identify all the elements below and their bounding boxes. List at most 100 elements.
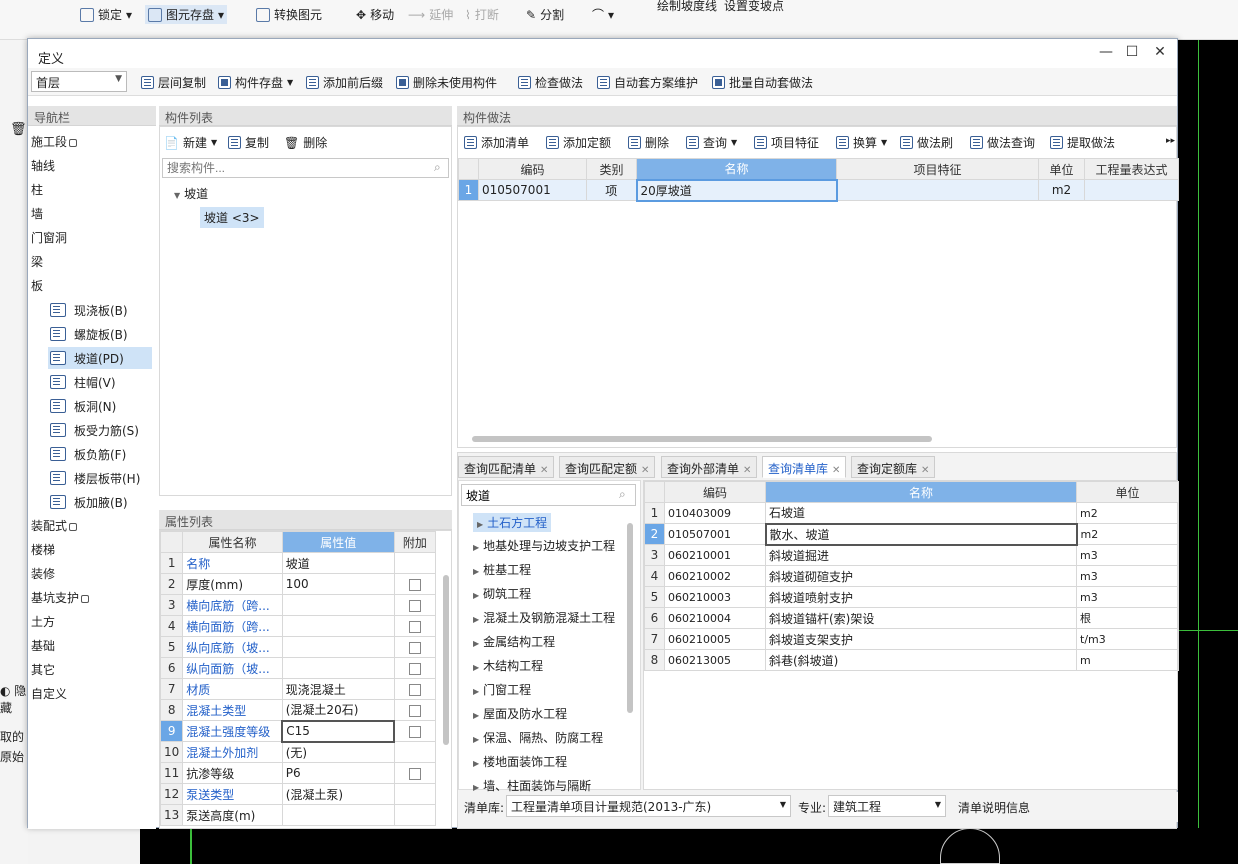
nav-item[interactable]: 装配式 [31,517,78,534]
method-row[interactable]: 1 010507001 项 20厚坡道 m2 [458,178,1179,202]
component-search-input[interactable] [162,158,449,178]
minimize-button[interactable]: — [1096,44,1116,62]
drawing-canvas[interactable] [1178,40,1238,864]
nav-sub-item[interactable]: 柱帽(V) [48,371,152,393]
break-button[interactable]: ⌇ 打断 [465,6,499,23]
copy-between-floors-button[interactable]: 层间复制 [141,74,206,91]
property-row[interactable]: 10 混凝土外加剂 (无) [160,741,437,763]
nav-item[interactable]: 装修 [31,565,55,582]
property-row[interactable]: 1 名称 坡道 [160,552,437,574]
property-row[interactable]: 12 泵送类型 (混凝土泵) [160,783,437,805]
major-select[interactable]: 建筑工程 ▼ [828,795,946,817]
nav-item[interactable]: 板 [31,277,43,294]
nav-sub-item[interactable]: 板加腋(B) [48,491,152,513]
list-info-link[interactable]: 清单说明信息 [958,799,1030,816]
query-tree-item[interactable]: ▶ 桩基工程 [473,561,531,578]
query-tree-scrollbar[interactable] [627,523,633,713]
property-row[interactable]: 3 横向底筋（跨... [160,594,437,616]
new-button[interactable]: 📄 新建 ▼ [164,134,217,151]
nav-item[interactable]: 轴线 [31,157,55,174]
nav-item[interactable]: 梁 [31,253,43,270]
property-row[interactable]: 8 混凝土类型 (混凝土20石) [160,699,437,721]
move-button[interactable]: ✥ 移动 [356,6,394,23]
method-tool-button[interactable]: 删除 [628,134,669,151]
property-row[interactable]: 5 纵向底筋（坡... [160,636,437,658]
property-row[interactable]: 2 厚度(mm) 100 [160,573,437,595]
nav-sub-item[interactable]: 现浇板(B) [48,299,152,321]
nav-sub-item[interactable]: 板受力筋(S) [48,419,152,441]
convert-element-button[interactable]: 转换图元 [256,6,322,23]
close-icon[interactable]: ✕ [921,465,929,476]
query-row[interactable]: 7 060210005 斜坡道支架支护 t/m3 [644,628,1179,650]
query-tab[interactable]: 查询匹配清单 ✕ [458,456,555,478]
delete-unused-button[interactable]: 删除未使用构件 [396,74,497,91]
drawing-canvas-bottom[interactable] [140,828,1238,864]
nav-item[interactable]: 柱 [31,181,43,198]
query-tree-item[interactable]: ▶ 门窗工程 [473,681,531,698]
close-icon[interactable]: ✕ [832,465,840,476]
arc-button[interactable]: ⌒ ▾ [592,6,614,23]
method-tool-button[interactable]: 做法刷 [900,134,953,151]
lock-button[interactable]: 锁定 ▾ [80,6,132,23]
more-icon[interactable]: ▸▸ [1166,136,1175,146]
auto-maintain-button[interactable]: 自动套方案维护 [597,74,698,91]
tree-item-ramp[interactable]: 坡道 <3> [200,207,264,228]
query-row[interactable]: 4 060210002 斜坡道砌碹支护 m3 [644,565,1179,587]
property-row[interactable]: 11 抗渗等级 P6 [160,762,437,784]
query-row[interactable]: 3 060210001 斜坡道掘进 m3 [644,544,1179,566]
component-save-button[interactable]: 构件存盘 ▼ [218,74,293,91]
nav-item[interactable]: 基坑支护 [31,589,90,606]
nav-item[interactable]: 楼梯 [31,541,55,558]
property-scrollbar[interactable] [443,575,449,745]
attach-checkbox[interactable] [408,704,421,717]
query-row[interactable]: 1 010403009 石坡道 m2 [644,502,1179,524]
nav-item[interactable]: 施工段 [31,133,78,150]
nav-item[interactable]: 自定义 [31,685,67,702]
floor-select[interactable]: 首层 ▼ [31,71,127,92]
nav-sub-item[interactable]: 板洞(N) [48,395,152,417]
lib-select[interactable]: 工程量清单项目计量规范(2013-广东) ▼ [506,795,791,817]
nav-sub-item[interactable]: 螺旋板(B) [48,323,152,345]
attach-checkbox[interactable] [408,578,421,591]
query-tree-item[interactable]: ▶ 地基处理与边坡支护工程 [473,537,615,554]
method-tool-button[interactable]: 添加定额 [546,134,611,151]
method-hscrollbar[interactable] [472,436,932,442]
nav-sub-item[interactable]: 楼层板带(H) [48,467,152,489]
query-tree-item[interactable]: ▶ 木结构工程 [473,657,543,674]
nav-item[interactable]: 土方 [31,613,55,630]
close-icon[interactable]: ✕ [641,465,649,476]
query-tree-item[interactable]: ▶ 土石方工程 [473,513,552,532]
close-button[interactable]: ✕ [1150,44,1170,62]
method-tool-button[interactable]: 查询 ▼ [686,134,737,151]
attach-checkbox[interactable] [408,620,421,633]
tree-root[interactable]: ▼ 坡道 [174,185,208,202]
extend-button[interactable]: ⟶ 延伸 [408,6,453,23]
nav-item[interactable]: 墙 [31,205,43,222]
property-row[interactable]: 4 横向面筋（跨... [160,615,437,637]
query-tab[interactable]: 查询定额库 ✕ [851,456,936,478]
attach-checkbox[interactable] [408,767,421,780]
batch-auto-button[interactable]: 批量自动套做法 [712,74,813,91]
save-element-button[interactable]: 图元存盘 ▾ [145,5,228,24]
close-icon[interactable]: ✕ [743,465,751,476]
split-button[interactable]: ✎ 分割 [526,6,564,23]
query-tab[interactable]: 查询匹配定额 ✕ [559,456,656,478]
delete-button[interactable]: 🗑 删除 [284,134,327,151]
query-tree-item[interactable]: ▶ 屋面及防水工程 [473,705,567,722]
set-slope-point-button[interactable]: 设置变坡点 [724,0,784,14]
query-tree-item[interactable]: ▶ 保温、隔热、防腐工程 [473,729,603,746]
add-prefix-suffix-button[interactable]: 添加前后缀 [306,74,383,91]
query-row[interactable]: 2 010507001 散水、坡道 m2 [644,522,1179,546]
method-tool-button[interactable]: 项目特征 [754,134,819,151]
property-row[interactable]: 13 泵送高度(m) [160,804,437,826]
query-row[interactable]: 5 060210003 斜坡道喷射支护 m3 [644,586,1179,608]
query-tree-item[interactable]: ▶ 楼地面装饰工程 [473,753,567,770]
check-method-button[interactable]: 检查做法 [518,74,583,91]
query-tree-item[interactable]: ▶ 混凝土及钢筋混凝土工程 [473,609,615,626]
nav-sub-item[interactable]: 板负筋(F) [48,443,152,465]
draw-slope-line-button[interactable]: 绘制坡度线 [657,0,717,14]
query-row[interactable]: 6 060210004 斜坡道锚杆(索)架设根 [644,607,1179,629]
method-tool-button[interactable]: 提取做法 [1050,134,1115,151]
attach-checkbox[interactable] [408,641,421,654]
query-tab[interactable]: 查询外部清单 ✕ [661,456,758,478]
